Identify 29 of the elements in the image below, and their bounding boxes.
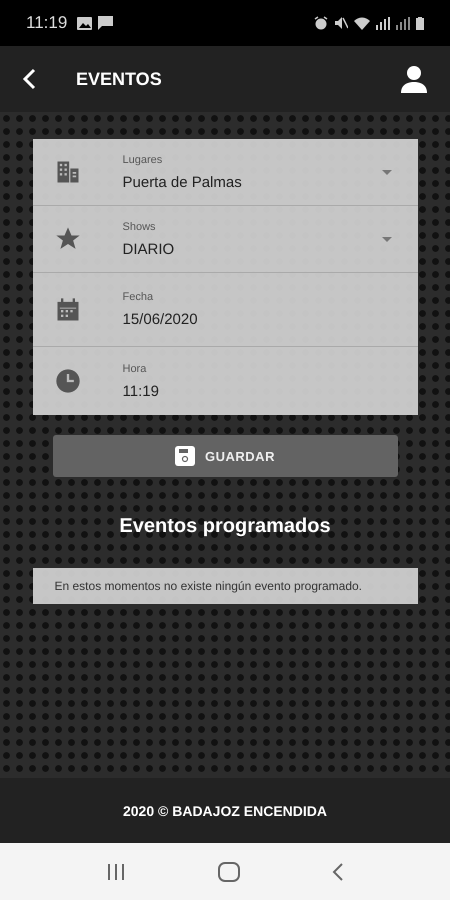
field-label: Lugares (122, 154, 164, 166)
caret-icon[interactable] (382, 170, 392, 174)
mute-icon (334, 16, 348, 30)
status-time: 11:19 (26, 13, 68, 33)
screen-title: EVENTOS (76, 68, 163, 90)
message-icon (98, 16, 114, 30)
home-icon[interactable] (218, 862, 240, 882)
signal-icon (376, 16, 390, 30)
wifi-icon (354, 16, 370, 30)
user-icon[interactable] (400, 65, 428, 93)
dropdown-field[interactable]: DIARIO (122, 240, 382, 258)
footer-text: 2020 © BADAJOZ ENCENDIDA (122, 802, 328, 818)
save-button[interactable]: GUARDAR (52, 435, 398, 477)
dropdown-field[interactable]: Puerta de Palmas (122, 174, 382, 190)
empty-message: En estos momentos no existe ningún evento programado. (32, 568, 418, 604)
battery-icon (416, 16, 424, 30)
caret-icon[interactable] (382, 236, 392, 242)
save-icon (175, 446, 196, 466)
alarm-icon (314, 16, 328, 30)
input-field[interactable]: 11:19 (122, 382, 418, 400)
section-heading: Eventos programados (119, 515, 331, 538)
clock-icon (54, 367, 82, 395)
field-label: Shows (122, 220, 157, 232)
recent-apps-icon[interactable] (106, 862, 126, 880)
field-label: Hora (122, 362, 148, 374)
image-icon (77, 16, 92, 30)
signal-icon (396, 16, 410, 30)
field-label: Fecha (122, 291, 154, 303)
input-field[interactable]: 15/06/2020 (122, 311, 418, 328)
